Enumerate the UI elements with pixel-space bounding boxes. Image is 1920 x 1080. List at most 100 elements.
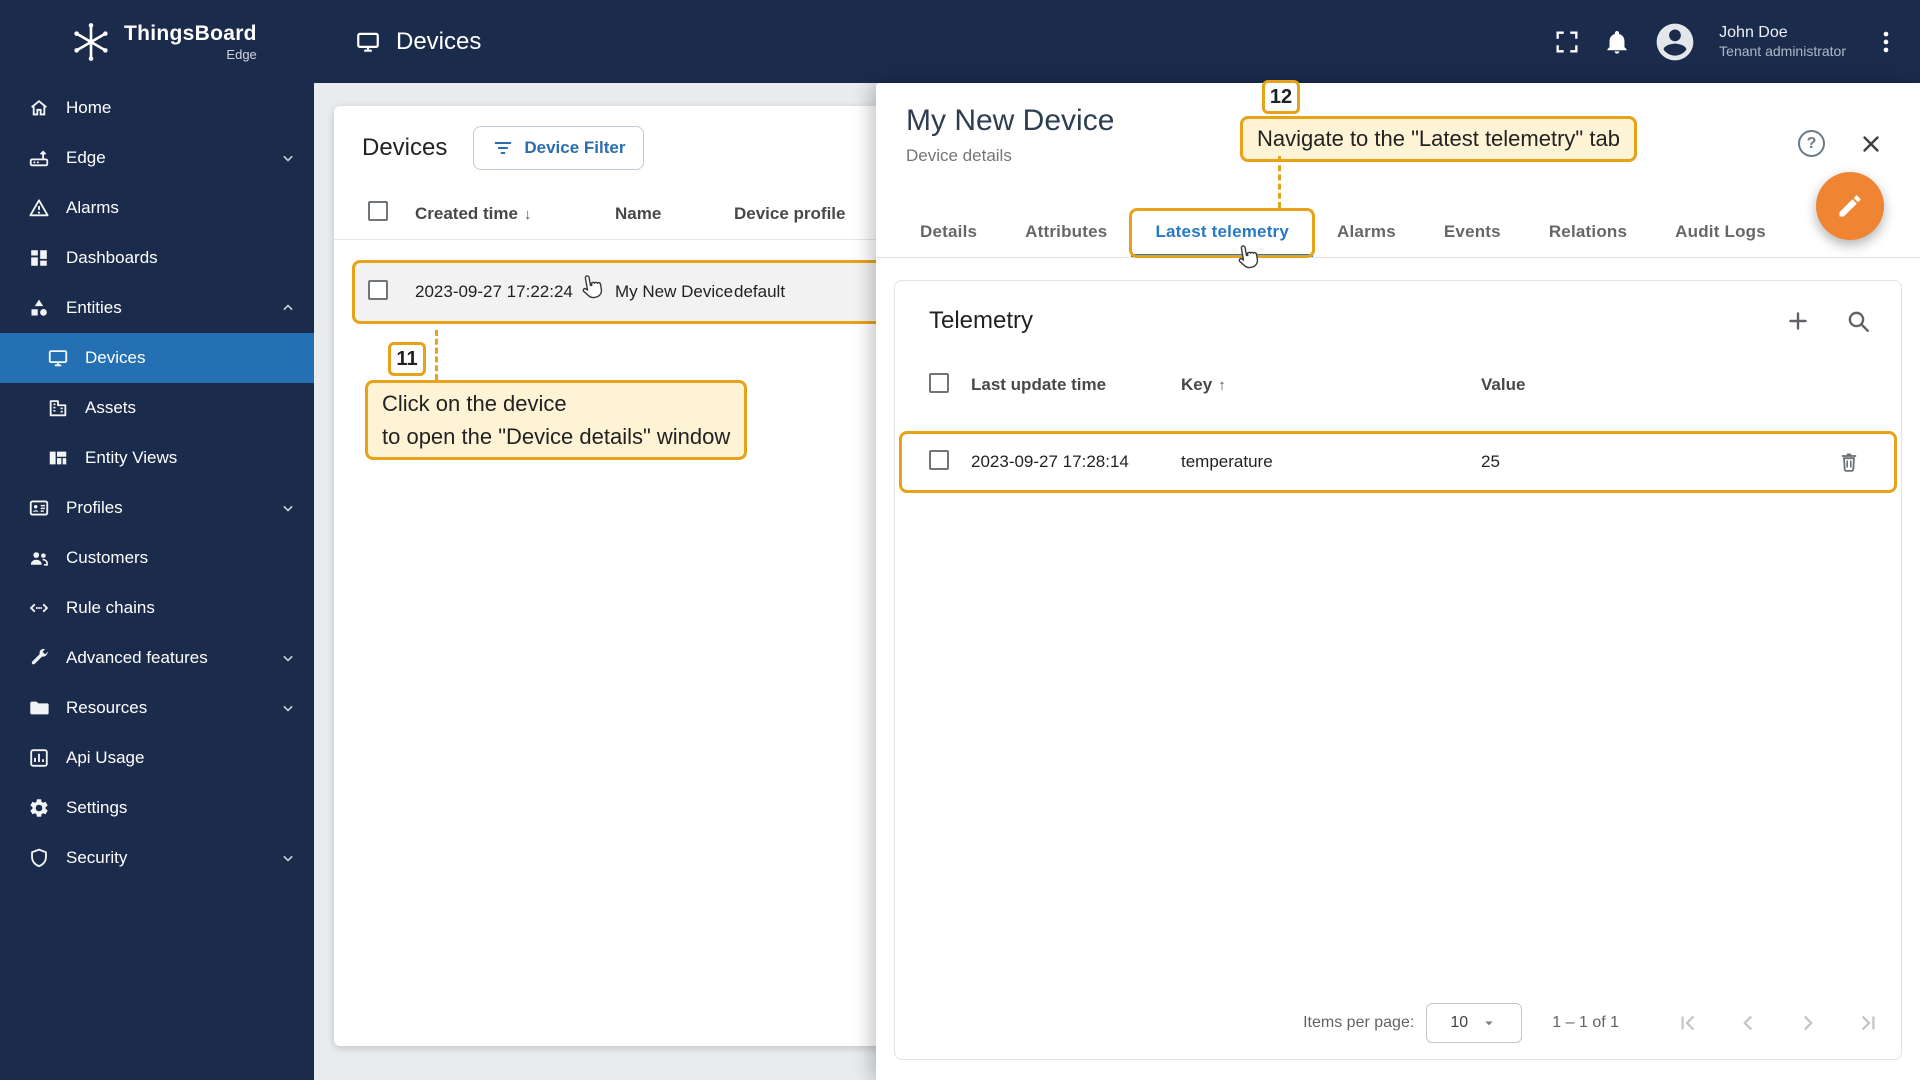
telemetry-table-row[interactable]: 2023-09-27 17:28:14 temperature 25 xyxy=(899,431,1897,493)
row-checkbox[interactable] xyxy=(929,449,949,470)
sidebar-item-customers[interactable]: Customers xyxy=(0,533,314,583)
sidebar-item-label: Alarms xyxy=(66,198,119,217)
sidebar-item-label: Assets xyxy=(85,398,137,417)
add-telemetry-icon[interactable] xyxy=(1785,308,1811,334)
chevron-down-icon xyxy=(278,498,298,518)
sidebar-item-resources[interactable]: Resources xyxy=(0,683,314,733)
chevron-up-icon xyxy=(278,298,298,318)
devices-table-card: Devices Device Filter Created time ↓ Name… xyxy=(334,106,894,1046)
tab-latest-telemetry[interactable]: Latest telemetry xyxy=(1129,206,1316,258)
sidebar: ThingsBoard Edge Home Edge Alarms Dashbo… xyxy=(0,0,314,1080)
devices-icon xyxy=(47,347,69,369)
row-checkbox[interactable] xyxy=(368,279,388,300)
tab-attributes[interactable]: Attributes xyxy=(1001,206,1131,257)
sidebar-item-settings[interactable]: Settings xyxy=(0,783,314,833)
sidebar-item-security[interactable]: Security xyxy=(0,833,314,883)
topbar-inner: Devices John Doe Tenant administrator xyxy=(334,0,1920,83)
sidebar-item-api-usage[interactable]: Api Usage xyxy=(0,733,314,783)
annotation-12-number: 12 xyxy=(1262,80,1300,114)
app-logo[interactable]: ThingsBoard Edge xyxy=(0,0,314,83)
sidebar-item-devices[interactable]: Devices xyxy=(0,333,314,383)
select-all-checkbox[interactable] xyxy=(368,201,388,221)
assets-icon xyxy=(47,397,69,419)
sidebar-item-home[interactable]: Home xyxy=(0,83,314,133)
sidebar-item-label: Security xyxy=(66,848,128,867)
sidebar-item-entity-views[interactable]: Entity Views xyxy=(0,433,314,483)
sidebar-item-alarms[interactable]: Alarms xyxy=(0,183,314,233)
annotation-11-line1: Click on the device xyxy=(382,391,567,416)
annotation-11-callout: Click on the device to open the "Device … xyxy=(365,380,748,460)
cell-last-update-time: 2023-09-27 17:28:14 xyxy=(971,452,1129,471)
sidebar-nav: Home Edge Alarms Dashboards Entities Dev… xyxy=(0,83,314,883)
select-all-checkbox[interactable] xyxy=(929,372,949,393)
tab-alarms[interactable]: Alarms xyxy=(1313,206,1420,257)
thingsboard-logo-icon xyxy=(70,21,112,63)
device-table-row[interactable]: 2023-09-27 17:22:24 My New Device defaul… xyxy=(352,260,888,324)
delete-telemetry-icon[interactable] xyxy=(1837,450,1861,474)
help-icon[interactable]: ? xyxy=(1798,130,1825,157)
close-icon[interactable] xyxy=(1858,131,1884,157)
notifications-icon[interactable] xyxy=(1603,28,1631,56)
telemetry-title: Telemetry xyxy=(929,307,1034,334)
sidebar-item-dashboards[interactable]: Dashboards xyxy=(0,233,314,283)
page-title-group: Devices xyxy=(355,28,481,56)
column-header-name[interactable]: Name xyxy=(615,204,734,224)
resources-icon xyxy=(28,697,50,719)
cell-device-profile: default xyxy=(734,282,786,301)
annotation-11-line2: to open the "Device details" window xyxy=(382,424,731,449)
tab-audit-logs[interactable]: Audit Logs xyxy=(1651,206,1790,257)
avatar-icon[interactable] xyxy=(1653,20,1697,64)
first-page-icon[interactable] xyxy=(1675,1010,1701,1036)
annotation-11-number: 11 xyxy=(388,342,426,376)
items-per-page-select[interactable]: 10 xyxy=(1426,1003,1523,1043)
sidebar-item-label: Entities xyxy=(66,298,122,317)
sidebar-item-assets[interactable]: Assets xyxy=(0,383,314,433)
sidebar-item-label: Api Usage xyxy=(66,748,145,767)
filter-icon xyxy=(492,137,514,159)
profiles-icon xyxy=(28,497,50,519)
device-filter-label: Device Filter xyxy=(524,138,626,157)
topbar-actions: John Doe Tenant administrator xyxy=(1553,20,1900,64)
fullscreen-icon[interactable] xyxy=(1553,28,1581,56)
page-title: Devices xyxy=(396,27,482,55)
device-filter-button[interactable]: Device Filter xyxy=(473,126,645,170)
cell-value: 25 xyxy=(1481,452,1500,471)
last-page-icon[interactable] xyxy=(1855,1010,1881,1036)
sidebar-item-entities[interactable]: Entities xyxy=(0,283,314,333)
tab-relations[interactable]: Relations xyxy=(1525,206,1651,257)
hand-cursor-icon xyxy=(576,270,608,302)
sidebar-item-advanced-features[interactable]: Advanced features xyxy=(0,633,314,683)
devices-icon xyxy=(355,29,381,55)
edit-fab-button[interactable] xyxy=(1816,172,1884,240)
chevron-down-icon xyxy=(278,148,298,168)
previous-page-icon[interactable] xyxy=(1735,1010,1761,1036)
security-shield-icon xyxy=(28,847,50,869)
tab-details[interactable]: Details xyxy=(896,206,1001,257)
column-header-device-profile[interactable]: Device profile xyxy=(734,204,894,224)
sidebar-item-label: Profiles xyxy=(66,498,123,517)
telemetry-card: Telemetry Last update time Key ↑ Value 2… xyxy=(894,280,1902,1060)
sort-desc-icon: ↓ xyxy=(523,205,532,223)
column-header-key[interactable]: Key ↑ xyxy=(1181,375,1481,395)
sidebar-item-label: Rule chains xyxy=(66,598,155,617)
column-header-last-update-time[interactable]: Last update time xyxy=(971,375,1181,395)
sidebar-item-edge[interactable]: Edge xyxy=(0,133,314,183)
details-tabs: Details Attributes Latest telemetry Alar… xyxy=(876,206,1920,258)
next-page-icon[interactable] xyxy=(1795,1010,1821,1036)
sidebar-item-rule-chains[interactable]: Rule chains xyxy=(0,583,314,633)
chevron-down-icon xyxy=(278,648,298,668)
customers-icon xyxy=(28,547,50,569)
column-header-created-time[interactable]: Created time ↓ xyxy=(415,204,615,224)
kebab-menu-icon[interactable] xyxy=(1872,28,1900,56)
sidebar-item-profiles[interactable]: Profiles xyxy=(0,483,314,533)
chevron-down-icon xyxy=(1480,1014,1498,1032)
column-header-value[interactable]: Value xyxy=(1481,375,1829,395)
search-icon[interactable] xyxy=(1845,308,1871,334)
dashboards-icon xyxy=(28,247,50,269)
api-usage-icon xyxy=(28,747,50,769)
hand-cursor-icon xyxy=(1232,240,1264,272)
devices-card-header: Devices Device Filter xyxy=(334,106,894,178)
logo-title: ThingsBoard xyxy=(124,21,257,45)
tab-events[interactable]: Events xyxy=(1420,206,1525,257)
logo-subtitle: Edge xyxy=(226,46,257,62)
